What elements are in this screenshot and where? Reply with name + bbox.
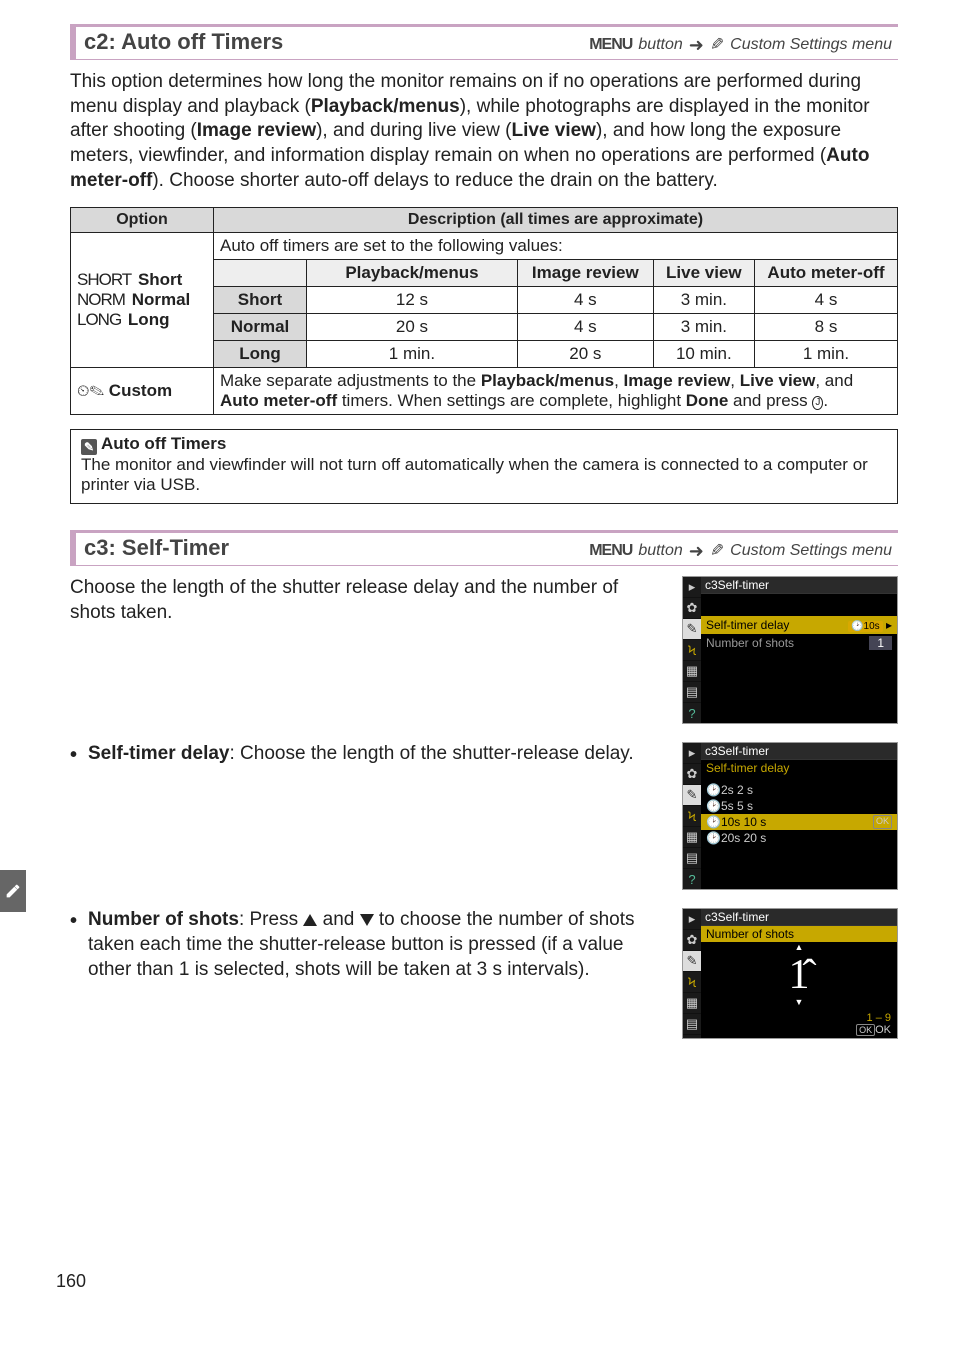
crumb-button-word: button xyxy=(638,542,682,560)
col-auto-meter-off: Auto meter-off xyxy=(754,260,897,287)
row-custom-label: ⏲✎ Custom xyxy=(71,368,214,415)
thumb2-opt-5s: 🕑5s 5 s xyxy=(701,798,897,814)
section-c3-title: c3: Self-Timer xyxy=(84,535,229,561)
thumb3-range: 1 – 9OKOK xyxy=(701,1010,897,1038)
section-c2-title: c2: Auto off Timers xyxy=(84,29,283,55)
thumb3-title: c3Self-timer xyxy=(701,909,897,926)
section-c3-header: c3: Self-Timer MENU button ➜ ✎ Custom Se… xyxy=(70,530,898,566)
bullet-number-of-shots: Number of shots: Press and to choose the… xyxy=(70,908,668,982)
section-c2-header: c2: Auto off Timers MENU button ➜ ✎ Cust… xyxy=(70,24,898,60)
thumb-icon-help: ? xyxy=(683,869,701,889)
thumb-icon-setup: ▦ xyxy=(683,827,701,848)
row-short: Short xyxy=(214,287,307,314)
page-side-tab xyxy=(0,870,26,912)
thumb1-title: c3Self-timer xyxy=(701,577,897,594)
triangle-up-icon xyxy=(303,914,317,926)
screenshot-self-timer-menu: ▸ ✿ ✎ Ϟ ▦ ▤ ? c3Self-timer Self-timer de… xyxy=(682,576,898,724)
pencil-icon: ✎ xyxy=(710,35,724,55)
ok-button-icon: J xyxy=(812,396,823,410)
crumb-target: Custom Settings menu xyxy=(730,542,892,560)
col-live-view: Live view xyxy=(653,260,754,287)
auto-off-note: ✎Auto off Timers The monitor and viewfin… xyxy=(70,429,898,504)
thumb-icon-play: ▸ xyxy=(683,909,701,930)
timer-pencil-icon: ⏲✎ xyxy=(77,383,104,400)
thumb3-big-number: ▲1̂▼ xyxy=(701,942,897,1010)
page-number: 160 xyxy=(56,1271,86,1292)
thumb2-subtitle: Self-timer delay xyxy=(701,760,897,776)
col-playback: Playback/menus xyxy=(307,260,518,287)
screenshot-number-of-shots: ▸ ✿ ✎ Ϟ ▦ ▤ c3Self-timer Number of shots… xyxy=(682,908,898,1039)
thumb-icon-play: ▸ xyxy=(683,577,701,598)
crumb-target: Custom Settings menu xyxy=(730,36,892,54)
thumb2-title: c3Self-timer xyxy=(701,743,897,760)
thumb1-row-shots: Number of shots1 xyxy=(701,634,897,652)
thumb-icon-retouch: Ϟ xyxy=(683,806,701,827)
arrow-icon: ➜ xyxy=(689,542,704,560)
thumb-icon-help: ? xyxy=(683,703,701,723)
thumb-icon-retouch: Ϟ xyxy=(683,640,701,661)
thumb-icon-mymenu: ▤ xyxy=(683,848,701,869)
thumb-icon-setup: ▦ xyxy=(683,661,701,682)
thumb2-opt-10s: 🕑10s 10 sOK xyxy=(701,814,897,830)
crumb-menu-label: MENU xyxy=(589,36,632,54)
row-long: Long xyxy=(214,341,307,368)
thumb-icon-play: ▸ xyxy=(683,743,701,764)
values-intro: Auto off timers are set to the following… xyxy=(214,233,898,260)
thumb-icon-camera: ✿ xyxy=(683,764,701,785)
thumb2-opt-20s: 🕑20s 20 s xyxy=(701,830,897,846)
bullet-self-timer-delay: Self-timer delay: Choose the length of t… xyxy=(70,742,668,767)
section-c2-crumb: MENU button ➜ ✎ Custom Settings menu xyxy=(589,35,892,55)
thumb-icon-mymenu: ▤ xyxy=(683,1014,701,1035)
section-c2-intro: This option determines how long the moni… xyxy=(70,70,898,193)
thumb-icon-pencil: ✎ xyxy=(683,785,701,806)
thumb-icon-camera: ✿ xyxy=(683,930,701,951)
arrow-icon: ➜ xyxy=(689,36,704,54)
thumb1-row-delay: Self-timer delay🕑10s ▸ xyxy=(701,616,897,634)
thumb-icon-pencil: ✎ xyxy=(683,619,701,640)
crumb-menu-label: MENU xyxy=(589,542,632,560)
thumb2-opt-2s: 🕑2s 2 s xyxy=(701,782,897,798)
thumb-icon-mymenu: ▤ xyxy=(683,682,701,703)
note-icon: ✎ xyxy=(81,439,97,455)
screenshot-self-timer-delay: ▸ ✿ ✎ Ϟ ▦ ▤ ? c3Self-timer Self-timer de… xyxy=(682,742,898,890)
pencil-icon: ✎ xyxy=(710,541,724,561)
row-presets-label: SHORT Short NORM Normal LONG Long xyxy=(71,233,214,368)
thumb-icon-retouch: Ϟ xyxy=(683,972,701,993)
auto-off-table: Option Description (all times are approx… xyxy=(70,207,898,415)
section-c3-intro: Choose the length of the shutter release… xyxy=(70,576,668,625)
row-normal: Normal xyxy=(214,314,307,341)
note-title: Auto off Timers xyxy=(101,434,226,453)
thumb-icon-setup: ▦ xyxy=(683,993,701,1014)
row-custom-desc: Make separate adjustments to the Playbac… xyxy=(214,368,898,415)
th-option: Option xyxy=(71,208,214,233)
th-description: Description (all times are approximate) xyxy=(214,208,898,233)
thumb-icon-pencil: ✎ xyxy=(683,951,701,972)
col-image-review: Image review xyxy=(517,260,653,287)
triangle-down-icon xyxy=(360,914,374,926)
thumb-icon-camera: ✿ xyxy=(683,598,701,619)
section-c3-crumb: MENU button ➜ ✎ Custom Settings menu xyxy=(589,541,892,561)
crumb-button-word: button xyxy=(638,36,682,54)
note-body: The monitor and viewfinder will not turn… xyxy=(81,455,887,495)
thumb3-subtitle: Number of shots xyxy=(701,926,897,942)
